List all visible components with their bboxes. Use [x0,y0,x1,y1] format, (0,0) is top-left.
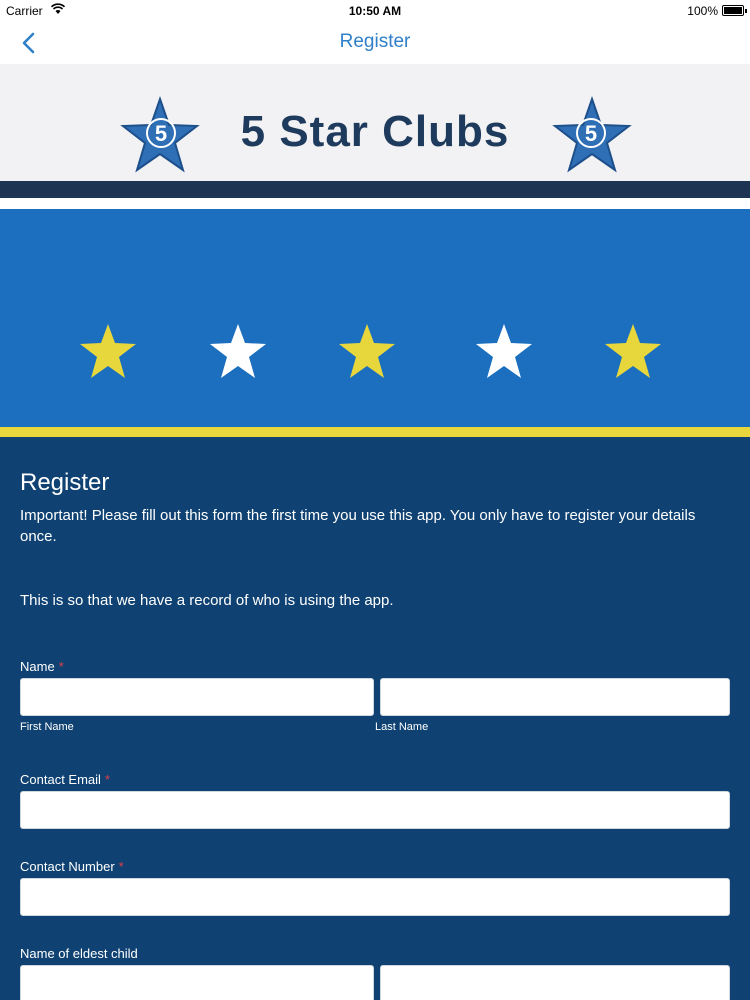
yellow-star-icon [605,324,661,378]
eldest-child-label: Name of eldest child [20,946,138,961]
hero-band [0,209,750,427]
register-form: Register Important! Please fill out this… [0,437,750,1000]
required-marker: * [104,772,110,787]
first-name-sublabel: First Name [20,721,74,733]
navigation-bar: Register [0,22,750,64]
white-star-icon [476,324,532,378]
phone-label: Contact Number * [20,859,124,874]
child-last-name-input[interactable] [380,965,730,1000]
form-note: This is so that we have a record of who … [20,592,394,609]
white-star-icon [210,324,266,378]
last-name-sublabel: Last Name [375,721,429,733]
form-intro: Important! Please fill out this form the… [20,507,696,545]
name-label: Name * [20,659,64,674]
accent-line [0,427,750,437]
required-marker: * [118,859,124,874]
required-marker: * [58,659,64,674]
child-first-name-input[interactable] [20,965,374,1000]
email-label: Contact Email * [20,772,110,787]
divider-strip [0,198,750,209]
star-logo-icon: 5 [552,95,632,173]
email-input[interactable] [20,791,730,829]
status-bar: Carrier 10:50 AM 100% [0,0,750,22]
first-name-input[interactable] [20,678,374,716]
last-name-input[interactable] [380,678,730,716]
nav-title: Register [339,31,411,52]
phone-input[interactable] [20,878,730,916]
yellow-star-icon [339,324,395,378]
form-title: Register [20,469,110,496]
divider-strip [0,181,750,198]
brand-title: 5 Star Clubs [240,107,510,156]
brand-banner: 5 5 Star Clubs 5 [0,64,750,181]
battery-icon [722,5,747,16]
svg-text:5: 5 [585,121,597,146]
yellow-star-icon [80,324,136,378]
battery-percent: 100% [687,4,718,18]
clock: 10:50 AM [348,4,402,18]
